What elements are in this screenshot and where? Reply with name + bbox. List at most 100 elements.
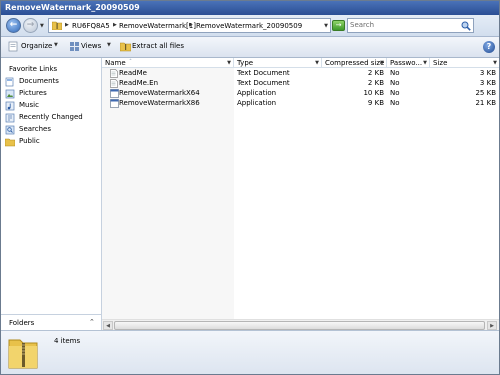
command-toolbar: Organize ▼ Views ▼ Extract all files ? [1,37,499,58]
views-button[interactable]: Views [81,42,101,50]
address-bar[interactable]: ▶ RU6FQ8A5 ▶ RemoveWatermark[1] ▶ Remove… [48,18,331,33]
explorer-window: RemoveWatermark_20090509 ← → ▼ ▶ RU6FQ8A… [0,0,500,375]
chevron-up-icon[interactable]: ⌃ [89,318,95,326]
file-password: No [390,69,400,77]
nav-item-label: Documents [19,77,59,85]
forward-button[interactable]: → [23,18,38,33]
public-folder-icon [5,138,15,147]
file-name: RemoveWatermarkX64 [119,89,200,97]
sort-indicator-icon: ˆ [129,59,132,66]
go-arrow-icon: → [335,21,342,29]
recent-pages-dropdown-icon[interactable]: ▼ [40,23,44,29]
file-password: No [390,79,400,87]
file-size: 21 KB [475,99,496,107]
file-compressed-size: 2 KB [367,69,384,77]
address-dropdown-icon[interactable]: ▼ [324,23,328,29]
column-header-password[interactable]: Passwo... ▼ [387,58,430,68]
file-size: 3 KB [479,69,496,77]
back-button[interactable]: ← [6,18,21,33]
documents-icon [5,77,14,87]
file-type: Application [237,89,277,97]
column-header-compressed-size[interactable]: Compressed size ▼ [322,58,387,68]
extract-all-files-button[interactable]: Extract all files [132,42,184,50]
column-header-label: Type [237,59,254,67]
nav-item-label: Recently Changed [19,113,83,121]
forward-arrow-icon: → [26,20,35,30]
file-compressed-size: 9 KB [367,99,384,107]
go-button[interactable]: → [332,20,345,31]
views-dropdown-icon[interactable]: ▼ [107,42,111,48]
scroll-right-button[interactable]: ▶ [487,321,497,330]
music-icon [5,101,15,111]
nav-item-label: Public [19,137,40,145]
nav-item-searches[interactable]: Searches [5,124,99,136]
file-name: RemoveWatermarkX86 [119,99,200,107]
window-title: RemoveWatermark_20090509 [5,3,140,12]
search-icon[interactable] [461,21,471,31]
column-header-row: Name ˆ ▼ Type ▼ Compressed size ▼ Passwo… [102,58,499,68]
file-row[interactable]: ReadMe Text Document 2 KB No 3 KB [102,68,499,78]
column-header-size[interactable]: Size ▼ [430,58,499,68]
file-row[interactable]: ReadMe.En Text Document 2 KB No 3 KB [102,78,499,88]
application-icon [110,99,119,108]
title-bar[interactable]: RemoveWatermark_20090509 [1,1,499,15]
file-name: ReadMe [119,69,147,77]
help-icon[interactable]: ? [483,41,495,53]
text-file-icon [110,69,118,78]
nav-item-public[interactable]: Public [5,136,99,148]
text-file-icon [110,79,118,88]
breadcrumb-separator-icon: ▶ [65,22,69,28]
nav-item-label: Pictures [19,89,47,97]
column-filter-dropdown-icon[interactable]: ▼ [493,60,497,66]
organize-button[interactable]: Organize [21,42,52,50]
breadcrumb-item[interactable]: RemoveWatermark_20090509 [196,22,302,30]
search-box[interactable] [347,18,474,33]
file-size: 3 KB [479,79,496,87]
file-type: Application [237,99,277,107]
file-name: ReadMe.En [119,79,159,87]
breadcrumb-item[interactable]: RemoveWatermark[1] [119,22,196,30]
file-type: Text Document [237,79,290,87]
nav-item-label: Music [19,101,39,109]
nav-item-label: Searches [19,125,52,133]
pictures-icon [5,89,15,99]
zip-folder-large-icon [8,339,38,369]
file-size: 25 KB [475,89,496,97]
file-compressed-size: 10 KB [363,89,384,97]
folders-pane-toggle[interactable]: Folders ⌃ [1,314,102,330]
file-type: Text Document [237,69,290,77]
recent-icon [5,113,15,123]
nav-item-documents[interactable]: Documents [5,76,99,88]
application-icon [110,89,119,98]
nav-item-music[interactable]: Music [5,100,99,112]
nav-item-recently-changed[interactable]: Recently Changed [5,112,99,124]
column-header-name[interactable]: Name ˆ ▼ [102,58,234,68]
back-arrow-icon: ← [9,20,18,30]
column-header-label: Compressed size [325,59,385,67]
column-header-type[interactable]: Type ▼ [234,58,322,68]
scroll-left-button[interactable]: ◀ [103,321,113,330]
extract-folder-icon [120,42,131,52]
column-filter-dropdown-icon[interactable]: ▼ [315,60,319,66]
column-filter-dropdown-icon[interactable]: ▼ [423,60,427,66]
navigation-pane: Favorite Links Documents Pictures Music [1,58,102,314]
search-input[interactable] [350,21,460,29]
column-filter-dropdown-icon[interactable]: ▼ [227,60,231,66]
organize-dropdown-icon[interactable]: ▼ [54,42,58,48]
breadcrumb-item[interactable]: RU6FQ8A5 [72,22,110,30]
views-icon [70,42,79,51]
column-filter-dropdown-icon[interactable]: ▼ [380,60,384,66]
file-compressed-size: 2 KB [367,79,384,87]
zip-folder-icon [52,21,62,30]
file-row[interactable]: RemoveWatermarkX86 Application 9 KB No 2… [102,98,499,108]
scrollbar-thumb[interactable] [114,321,485,330]
breadcrumb-separator-icon: ▶ [189,22,193,28]
file-row[interactable]: RemoveWatermarkX64 Application 10 KB No … [102,88,499,98]
file-password: No [390,89,400,97]
nav-item-pictures[interactable]: Pictures [5,88,99,100]
file-password: No [390,99,400,107]
column-header-label: Size [433,59,448,67]
organize-icon [8,41,18,52]
horizontal-scrollbar[interactable]: ◀ ▶ [102,319,499,330]
folders-label: Folders [9,319,35,327]
